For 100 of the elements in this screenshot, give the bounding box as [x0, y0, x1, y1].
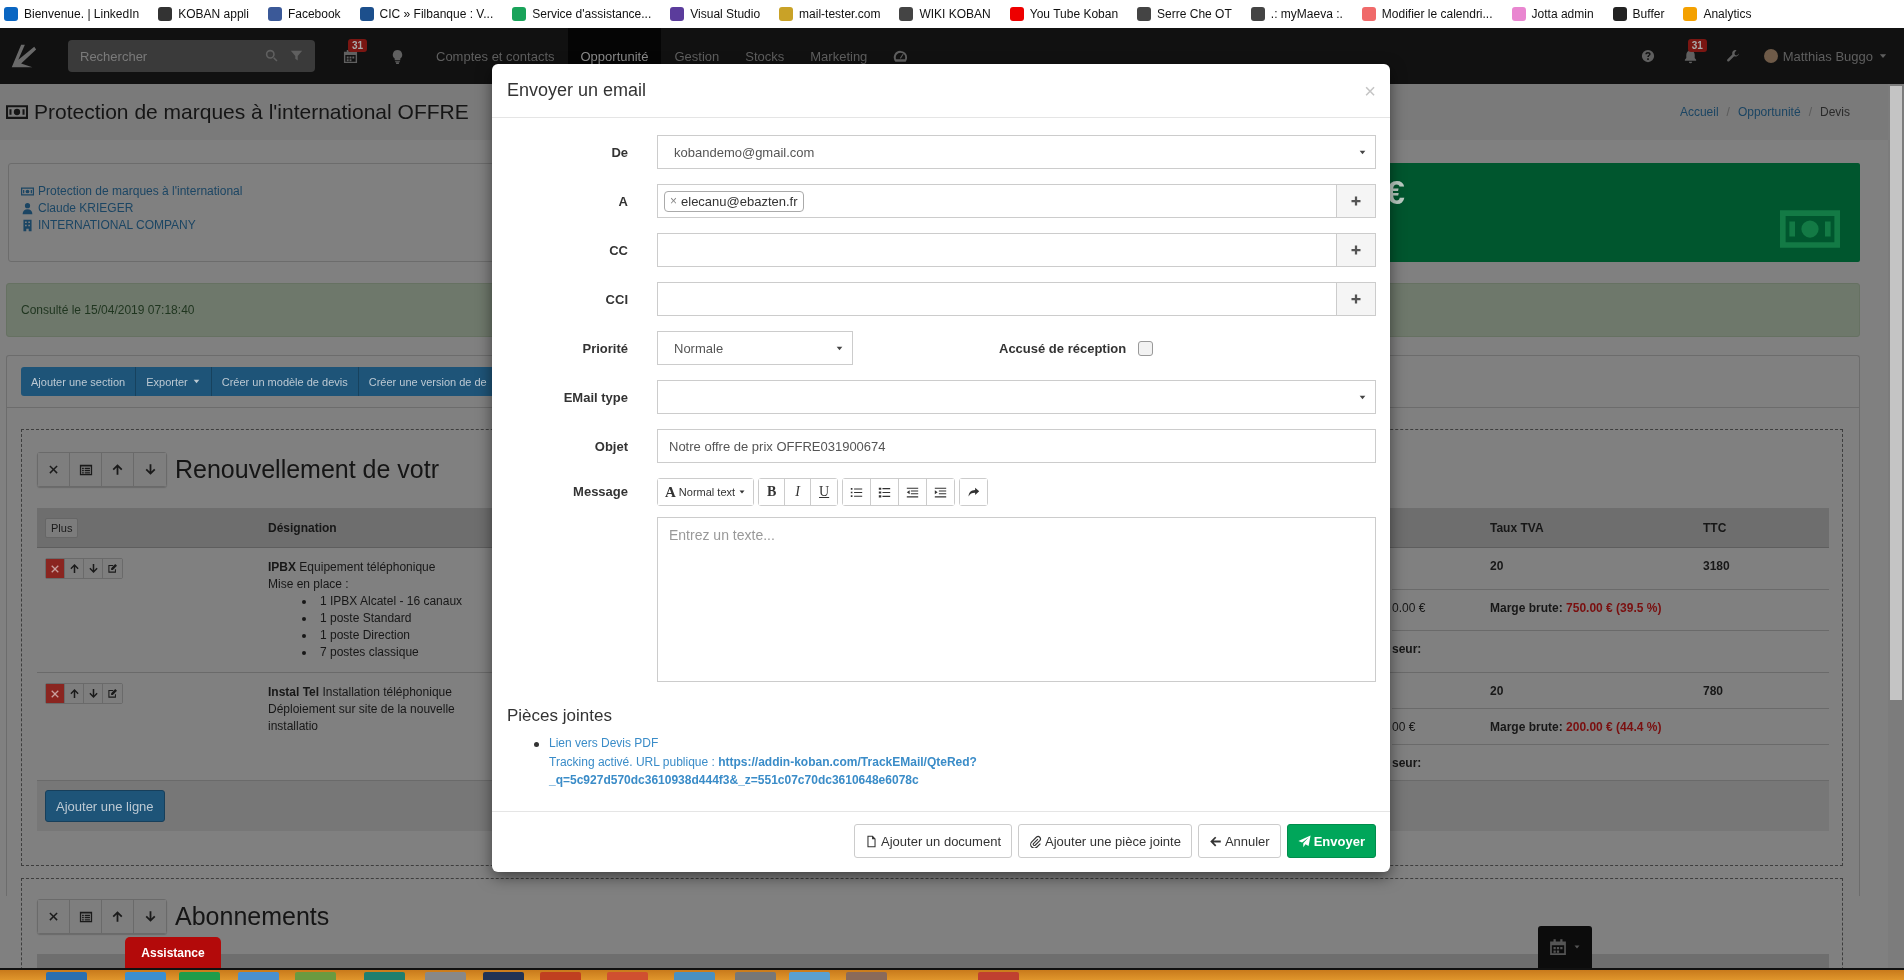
caret-icon: [738, 488, 747, 496]
recipient-field[interactable]: [657, 282, 1337, 316]
site-icon: [1250, 7, 1265, 21]
checkbox[interactable]: [1138, 340, 1154, 356]
site-icon: [1137, 7, 1152, 21]
add-button[interactable]: [1337, 233, 1376, 267]
bookmark-link[interactable]: Facebook: [287, 7, 341, 21]
calendar-widget[interactable]: [1538, 926, 1592, 968]
site-icon: [1683, 7, 1698, 21]
arrow-up-icon: [68, 688, 80, 699]
add-button[interactable]: [1337, 282, 1376, 316]
numbered-list-icon: [878, 485, 892, 499]
table-cell-text: 20: [1490, 683, 1505, 698]
format-button[interactable]: B: [759, 479, 786, 505]
cancel-button[interactable]: Annuler: [1197, 824, 1281, 858]
attach-file-button[interactable]: Ajouter une pièce jointe: [1018, 824, 1192, 858]
bookmark-link[interactable]: Visual Studio: [690, 7, 761, 21]
more-button[interactable]: Plus: [45, 517, 79, 538]
attachment-link[interactable]: Lien vers Devis PDF: [549, 736, 1004, 750]
bulleted-list-icon: [850, 485, 864, 499]
move-up-button[interactable]: [102, 453, 134, 486]
bookmark-link[interactable]: You Tube Koban: [1029, 7, 1119, 21]
redo-button[interactable]: [960, 479, 988, 505]
add-button[interactable]: [1337, 184, 1376, 218]
checkbox-label: Accusé de réception: [999, 340, 1127, 356]
scrollbar[interactable]: [1888, 84, 1904, 968]
site-icon: [1612, 7, 1627, 21]
avatar[interactable]: [1763, 49, 1778, 63]
site-icon: [670, 7, 685, 21]
message-field[interactable]: Entrez un texte...: [657, 517, 1376, 682]
move-up-button[interactable]: [102, 900, 134, 933]
toolbar-button[interactable]: Créer un modèle de devis: [211, 367, 359, 396]
toolbar-button[interactable]: Exporter: [136, 367, 212, 396]
add-line-button[interactable]: Ajouter une ligne: [45, 790, 165, 822]
bullet-icon: [302, 633, 306, 638]
close-icon: [50, 688, 60, 699]
section-title: Abonnements: [175, 902, 330, 931]
delete-button[interactable]: [46, 559, 65, 578]
field-label: CCI: [604, 291, 628, 307]
recipient-field[interactable]: [657, 233, 1337, 267]
scrollbar-thumb[interactable]: [1890, 86, 1902, 700]
assistance-tab[interactable]: Assistance: [125, 937, 221, 968]
bookmark-link[interactable]: Jotta admin: [1531, 7, 1594, 21]
paper-plane-icon: [1297, 834, 1311, 848]
move-down-button[interactable]: [134, 453, 166, 486]
text-style-dropdown[interactable]: A Normal text: [658, 479, 754, 505]
section-title: Renouvellement de votr: [175, 455, 440, 484]
bookmark-link[interactable]: Service d'assistance...: [532, 7, 652, 21]
list-button[interactable]: [70, 453, 102, 486]
building-icon: [21, 218, 34, 232]
site-icon: [1009, 7, 1024, 21]
site-icon: [1361, 7, 1376, 21]
table-cell-text: 3180: [1703, 558, 1731, 573]
product-details: Déploiement sur site de la nouvelle installatio: [268, 701, 456, 735]
money-icon: [21, 184, 34, 198]
table-cell-text: 780: [1703, 683, 1725, 698]
recipient-tag[interactable]: × elecanu@ebazten.fr: [664, 190, 804, 212]
site-icon: [158, 7, 173, 21]
margin-text: Marge brute: 200.00 € (44.4 %): [1490, 719, 1663, 734]
bookmark-link[interactable]: mail-tester.com: [799, 7, 881, 21]
lightbulb-icon: [390, 48, 405, 64]
bookmark-link[interactable]: Serre Che OT: [1157, 7, 1232, 21]
site-icon: [267, 7, 282, 21]
subject-field[interactable]: Notre offre de prix OFFRE031900674: [657, 429, 1376, 463]
column-header: TTC: [1703, 520, 1728, 535]
add-document-button[interactable]: Ajouter un document: [854, 824, 1012, 858]
bookmark-link[interactable]: CIC » Filbanque : V...: [379, 7, 494, 21]
bullet-icon: [302, 650, 306, 655]
column-header: Taux TVA: [1490, 520, 1545, 535]
table-cell-text: seur:: [1392, 755, 1423, 770]
delete-button[interactable]: [38, 453, 70, 486]
select-field[interactable]: Normale: [657, 331, 853, 365]
site-icon: [512, 7, 527, 21]
bookmark-link[interactable]: .: myMaeva :.: [1270, 7, 1343, 21]
list-button[interactable]: [70, 900, 102, 933]
recipient-field[interactable]: × elecanu@ebazten.fr: [657, 184, 1337, 218]
delete-button[interactable]: [38, 900, 70, 933]
select-field[interactable]: [657, 380, 1376, 414]
table-cell-text: 00 €: [1392, 719, 1417, 734]
select-field[interactable]: kobandemo@gmail.com: [657, 135, 1376, 169]
bookmark-link[interactable]: Bienvenue. | LinkedIn: [24, 7, 140, 21]
table-cell-text: 20: [1490, 558, 1505, 573]
bookmark-link[interactable]: KOBAN appli: [178, 7, 249, 21]
search-field[interactable]: Rechercher: [68, 40, 315, 72]
site-icon: [4, 7, 18, 21]
list-item: 1 IPBX Alcatel - 16 canaux: [320, 593, 463, 610]
field-label: Priorité: [581, 340, 628, 356]
field-label: CC: [608, 242, 628, 258]
move-down-button[interactable]: [134, 900, 166, 933]
bookmark-link[interactable]: Modifier le calendri...: [1381, 7, 1493, 21]
bookmark-link[interactable]: Analytics: [1703, 7, 1752, 21]
bookmark-link[interactable]: Buffer: [1632, 7, 1665, 21]
notification-badge: 31: [1687, 38, 1707, 52]
delete-button[interactable]: [46, 684, 65, 703]
bookmark-link[interactable]: WIKI KOBAN: [919, 7, 991, 21]
edit-icon: [107, 688, 118, 699]
bulleted-list-button[interactable]: [843, 479, 872, 505]
outdent-icon: [906, 485, 920, 499]
toolbar-button[interactable]: Ajouter une section: [21, 367, 137, 396]
arrow-down-icon: [87, 688, 99, 699]
